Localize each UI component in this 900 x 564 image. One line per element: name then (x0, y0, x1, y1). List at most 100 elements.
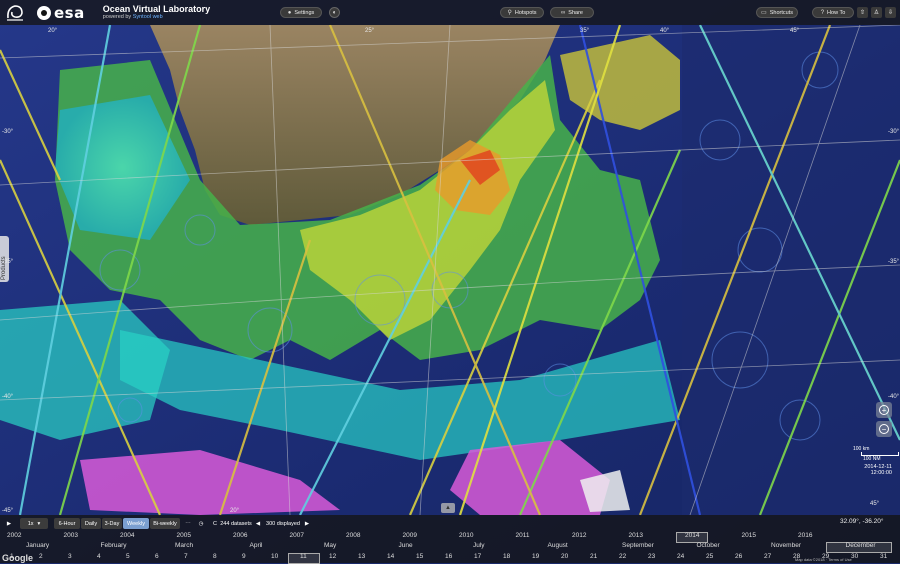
period-6hour[interactable]: 6-Hour (54, 518, 80, 529)
timeline-month[interactable]: July (473, 542, 485, 549)
timeline-day[interactable]: 9 (242, 553, 246, 560)
period-daily[interactable]: Daily (81, 518, 101, 529)
refresh-icon: C (213, 520, 217, 527)
timeline-day[interactable]: 13 (358, 553, 365, 560)
timeline-year[interactable]: 2013 (629, 532, 643, 539)
timeline-day[interactable]: 18 (503, 553, 510, 560)
lat-label: -30° (888, 129, 900, 135)
timeline-day[interactable]: 8 (213, 553, 217, 560)
map-attribution[interactable]: Map data ©2018 · Terms of Use (795, 557, 852, 562)
play-button[interactable]: ▶ (4, 518, 14, 529)
timeline-bar: ▶ 1x ▾ 6-Hour Daily 3-Day Weekly Bi-weekl… (0, 515, 900, 564)
share-label: Share (568, 9, 583, 16)
timeline-year[interactable]: 2012 (572, 532, 586, 539)
period-weekly[interactable]: Weekly (123, 518, 149, 529)
zoom-in-button[interactable]: + (876, 402, 892, 418)
timeline-day[interactable]: 21 (590, 553, 597, 560)
timeline-day[interactable]: 12 (329, 553, 336, 560)
timeline-day[interactable]: 5 (126, 553, 130, 560)
timeline-day[interactable]: 3 (68, 553, 72, 560)
upload-icon: ⇧ (859, 10, 866, 16)
timeline-day[interactable]: 2 (39, 553, 43, 560)
timeline-day[interactable]: 31 (880, 553, 887, 560)
timeline-day[interactable]: 15 (416, 553, 423, 560)
timeline-month[interactable]: January (26, 542, 49, 549)
products-tab[interactable]: Products (0, 236, 9, 282)
step-select[interactable]: 1x ▾ (20, 518, 48, 529)
period-3day[interactable]: 3-Day (102, 518, 122, 529)
timeline-month[interactable]: June (399, 542, 413, 549)
timeline-month[interactable]: May (324, 542, 336, 549)
timeline-day[interactable]: 10 (271, 553, 278, 560)
expand-timeline-button[interactable]: ▲ (441, 503, 455, 513)
map-datetime: 2014-12-11 12:00:00 (860, 464, 892, 476)
lat-label: -45° (2, 508, 14, 514)
timeline-month[interactable]: August (548, 542, 568, 549)
timeline-day[interactable]: 17 (474, 553, 481, 560)
timeline-year[interactable]: 2008 (346, 532, 360, 539)
howto-label: How To (827, 9, 846, 16)
timeline-day[interactable]: 7 (184, 553, 188, 560)
timeline-day[interactable]: 20 (561, 553, 568, 560)
period-label: Weekly (127, 520, 145, 527)
timeline-day[interactable]: 19 (532, 553, 539, 560)
timeline-day[interactable]: 11 (300, 553, 307, 560)
timeline-day[interactable]: 22 (619, 553, 626, 560)
hotspots-button[interactable]: ⚲ Hotspots (500, 7, 544, 18)
share-button[interactable]: ∞ Share (550, 7, 594, 18)
timeline-day[interactable]: 27 (764, 553, 771, 560)
period-biweekly[interactable]: Bi-weekly (150, 518, 180, 529)
globe-button[interactable]: ◐ (329, 7, 340, 18)
shortcuts-button[interactable]: ▭ Shortcuts (756, 7, 798, 18)
upload-button[interactable]: ⇧ (857, 7, 868, 18)
timeline-month[interactable]: February (101, 542, 127, 549)
timeline-day[interactable]: 24 (677, 553, 684, 560)
clock-icon: ◷ (198, 520, 204, 527)
timeline-year[interactable]: 2015 (742, 532, 756, 539)
timeline-year[interactable]: 2011 (516, 532, 530, 539)
lat-label: -40° (2, 394, 14, 400)
timeline-year[interactable]: 2007 (290, 532, 304, 539)
prev-button[interactable]: ◀ (254, 518, 262, 529)
timeline-month[interactable]: March (175, 542, 193, 549)
timeline-day[interactable]: 4 (97, 553, 101, 560)
more-button[interactable]: ⋯ (182, 518, 194, 529)
map-view[interactable]: -30° -35° -40° -45° -30° -35° -40° 20° 2… (0, 0, 900, 563)
timeline-day[interactable]: 25 (706, 553, 713, 560)
timeline-year[interactable]: 2006 (233, 532, 247, 539)
settings-button[interactable]: ● Settings (280, 7, 322, 18)
timeline-year[interactable]: 2005 (177, 532, 191, 539)
timeline-year[interactable]: 2009 (403, 532, 417, 539)
timeline-year[interactable]: 2004 (120, 532, 134, 539)
timeline-day[interactable]: 16 (445, 553, 452, 560)
refresh-button[interactable]: C (210, 518, 220, 529)
next-button[interactable]: ▶ (303, 518, 311, 529)
settings-icon: ● (287, 9, 292, 16)
lon-label: 20° (230, 508, 240, 514)
chevron-left-icon: ◀ (255, 520, 261, 527)
clock-button[interactable]: ◷ (195, 518, 207, 529)
zoom-out-button[interactable]: − (876, 421, 892, 437)
timeline-month[interactable]: November (771, 542, 801, 549)
timeline-month[interactable]: December (846, 542, 876, 549)
timeline-year[interactable]: 2016 (798, 532, 812, 539)
syntool-link[interactable]: Syntool web (133, 14, 163, 20)
timeline-day[interactable]: 30 (851, 553, 858, 560)
howto-button[interactable]: ? How To (812, 7, 854, 18)
timeline-year[interactable]: 2010 (459, 532, 473, 539)
timeline-day[interactable]: 6 (155, 553, 159, 560)
timeline-month[interactable]: September (622, 542, 654, 549)
timeline-year[interactable]: 2014 (685, 532, 699, 539)
timeline-month[interactable]: April (250, 542, 263, 549)
download-button[interactable]: ⇩ (885, 7, 896, 18)
timeline-day[interactable]: 23 (648, 553, 655, 560)
timeline-month[interactable]: October (697, 542, 720, 549)
user-button[interactable]: ♙ (871, 7, 882, 18)
timeline-day[interactable]: 26 (735, 553, 742, 560)
google-logo: Google (2, 553, 33, 563)
timeline-year[interactable]: 2002 (7, 532, 21, 539)
keyboard-icon: ▭ (761, 10, 767, 16)
timeline-day[interactable]: 14 (387, 553, 394, 560)
lon-label: 20° (48, 28, 58, 34)
timeline-year[interactable]: 2003 (64, 532, 78, 539)
